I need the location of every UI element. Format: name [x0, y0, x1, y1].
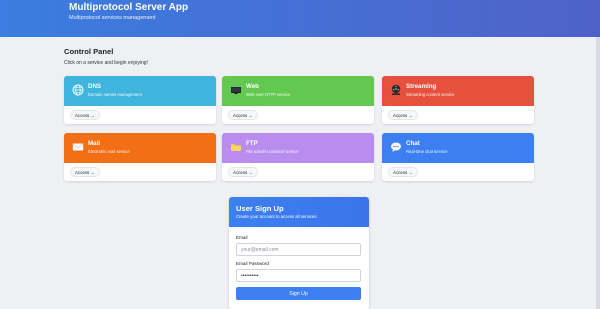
service-card-web[interactable]: Web Web over HTTP service Access → [222, 76, 374, 124]
signup-subtitle: Create your account to access all servic… [236, 214, 317, 219]
access-button-web[interactable]: Access → [228, 110, 258, 120]
password-field[interactable] [236, 269, 361, 282]
service-title: DNS [88, 83, 102, 90]
app-subtitle: Multiprotocol services management [69, 15, 156, 21]
control-panel-title: Control Panel [64, 47, 114, 56]
service-card-header: Mail Electronic mail service [64, 133, 216, 163]
service-title: Web [246, 83, 259, 90]
access-button-streaming[interactable]: Access → [388, 110, 418, 120]
service-description: Streaming content service [406, 92, 455, 97]
service-card-header: Chat Real-time chat service [382, 133, 534, 163]
service-card-header: FTP File transfer protocol service [222, 133, 374, 163]
email-password-label: Email Password [236, 261, 269, 266]
service-card-ftp[interactable]: FTP File transfer protocol service Acces… [222, 133, 374, 181]
monitor-icon [231, 87, 241, 94]
signup-title: User Sign Up [236, 204, 284, 213]
film-reel-icon [391, 84, 401, 95]
app-header: Multiprotocol Server App Multiprotocol s… [0, 0, 600, 37]
access-button-mail[interactable]: Access → [70, 167, 100, 177]
envelope-icon [72, 143, 84, 151]
folder-icon [231, 144, 241, 151]
email-label: Email [236, 235, 248, 240]
signup-card: User Sign Up Create your account to acce… [229, 197, 369, 309]
service-description: Domain names management [88, 92, 142, 97]
page-scrollbar[interactable] [596, 0, 600, 309]
access-button-dns[interactable]: Access → [70, 110, 100, 120]
service-card-header: DNS Domain names management [64, 76, 216, 106]
sign-up-button[interactable]: Sign Up [236, 287, 361, 300]
service-card-header: Web Web over HTTP service [222, 76, 374, 106]
service-description: File transfer protocol service [246, 149, 299, 154]
control-panel-subtitle: Click on a service and begin enjoying! [64, 60, 148, 66]
service-card-mail[interactable]: Mail Electronic mail service Access → [64, 133, 216, 181]
email-field[interactable] [236, 243, 361, 256]
service-description: Electronic mail service [88, 149, 130, 154]
service-title: Mail [88, 140, 101, 147]
service-card-streaming[interactable]: Streaming Streaming content service Acce… [382, 76, 534, 124]
globe-icon [72, 84, 84, 96]
access-button-chat[interactable]: Access → [388, 167, 418, 177]
service-card-header: Streaming Streaming content service [382, 76, 534, 106]
service-description: Web over HTTP service [246, 92, 291, 97]
service-card-dns[interactable]: DNS Domain names management Access → [64, 76, 216, 124]
speech-bubble-icon [391, 142, 401, 152]
service-title: FTP [246, 140, 258, 147]
app-title: Multiprotocol Server App [69, 2, 189, 13]
access-button-ftp[interactable]: Access → [228, 167, 258, 177]
service-card-chat[interactable]: Chat Real-time chat service Access → [382, 133, 534, 181]
service-title: Chat [406, 140, 420, 147]
service-description: Real-time chat service [406, 149, 448, 154]
service-title: Streaming [406, 83, 437, 90]
signup-header: User Sign Up Create your account to acce… [229, 197, 369, 227]
